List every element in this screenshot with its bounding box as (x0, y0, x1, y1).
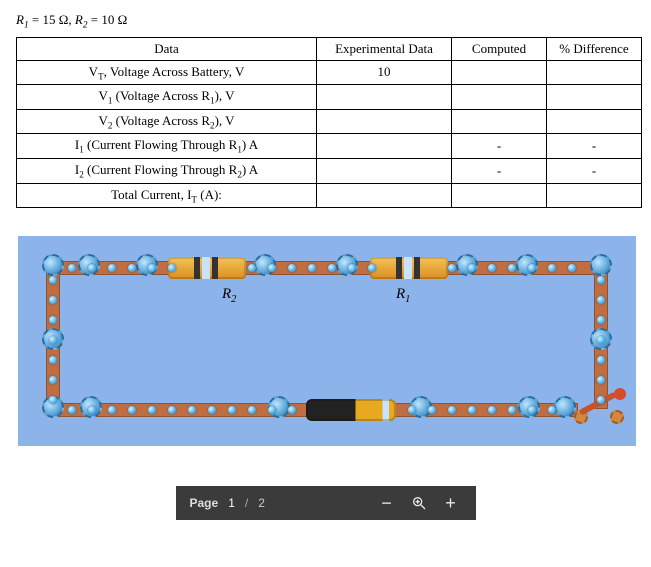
circuit-diagram: R2 R1 (18, 236, 636, 446)
col-computed: Computed (452, 37, 547, 60)
resistor-r1 (370, 257, 448, 279)
cell-computed (452, 109, 547, 134)
table-row: VT, Voltage Across Battery, V10 (17, 60, 642, 85)
row-label: I1 (Current Flowing Through R1) A (17, 134, 317, 159)
cell-computed: - (452, 158, 547, 183)
page-current: 1 (228, 496, 235, 510)
table-row: V2 (Voltage Across R2), V (17, 109, 642, 134)
resistor-r2-label: R2 (222, 286, 236, 305)
zoom-in-button[interactable]: + (440, 492, 462, 514)
cell-experimental: 10 (317, 60, 452, 85)
cell-difference (547, 109, 642, 134)
zoom-reset-button[interactable] (408, 492, 430, 514)
col-data: Data (17, 37, 317, 60)
cell-computed (452, 60, 547, 85)
cell-computed (452, 85, 547, 110)
cell-difference: - (547, 134, 642, 159)
col-difference: % Difference (547, 37, 642, 60)
battery (306, 399, 396, 421)
cell-experimental (317, 85, 452, 110)
cell-experimental (317, 134, 452, 159)
cell-computed: - (452, 134, 547, 159)
table-row: I1 (Current Flowing Through R1) A -- (17, 134, 642, 159)
r1-value: = 15 Ω, (29, 12, 75, 27)
table-row: Total Current, IT (A): (17, 183, 642, 208)
row-label: Total Current, IT (A): (17, 183, 317, 208)
row-label: V2 (Voltage Across R2), V (17, 109, 317, 134)
r2-value: = 10 Ω (88, 12, 128, 27)
cell-difference (547, 85, 642, 110)
row-label: V1 (Voltage Across R1), V (17, 85, 317, 110)
zoom-out-button[interactable]: − (376, 492, 398, 514)
resistor-r1-label: R1 (396, 286, 410, 305)
cell-difference (547, 60, 642, 85)
cell-experimental (317, 183, 452, 208)
table-row: I2 (Current Flowing Through R2) A -- (17, 158, 642, 183)
resistor-parameters: R1 = 15 Ω, R2 = 10 Ω (12, 8, 639, 37)
r1-symbol: R1 (16, 12, 29, 27)
cell-difference: - (547, 158, 642, 183)
cell-experimental (317, 158, 452, 183)
page-label: Page (190, 496, 219, 510)
pdf-toolbar: Page 1 / 2 − + (176, 486, 476, 520)
cell-computed (452, 183, 547, 208)
row-label: I2 (Current Flowing Through R2) A (17, 158, 317, 183)
cell-experimental (317, 109, 452, 134)
magnifier-plus-icon (411, 495, 427, 511)
col-experimental: Experimental Data (317, 37, 452, 60)
measurements-table: Data Experimental Data Computed % Differ… (16, 37, 642, 209)
r2-symbol: R2 (75, 12, 88, 27)
page-total: 2 (258, 496, 265, 510)
resistor-r2 (168, 257, 246, 279)
cell-difference (547, 183, 642, 208)
page-slash: / (245, 496, 248, 510)
table-row: V1 (Voltage Across R1), V (17, 85, 642, 110)
row-label: VT, Voltage Across Battery, V (17, 60, 317, 85)
